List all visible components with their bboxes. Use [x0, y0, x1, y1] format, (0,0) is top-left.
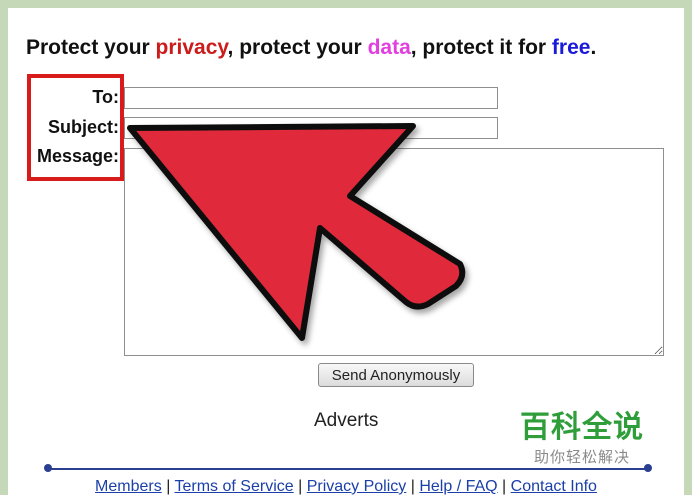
page-frame: Protect your privacy, protect your data,… [8, 8, 684, 495]
watermark-title: 百科全说 [520, 410, 644, 445]
watermark: 百科全说 助你轻松解决 [520, 402, 644, 467]
watermark-subtitle: 助你轻松解决 [533, 448, 630, 466]
